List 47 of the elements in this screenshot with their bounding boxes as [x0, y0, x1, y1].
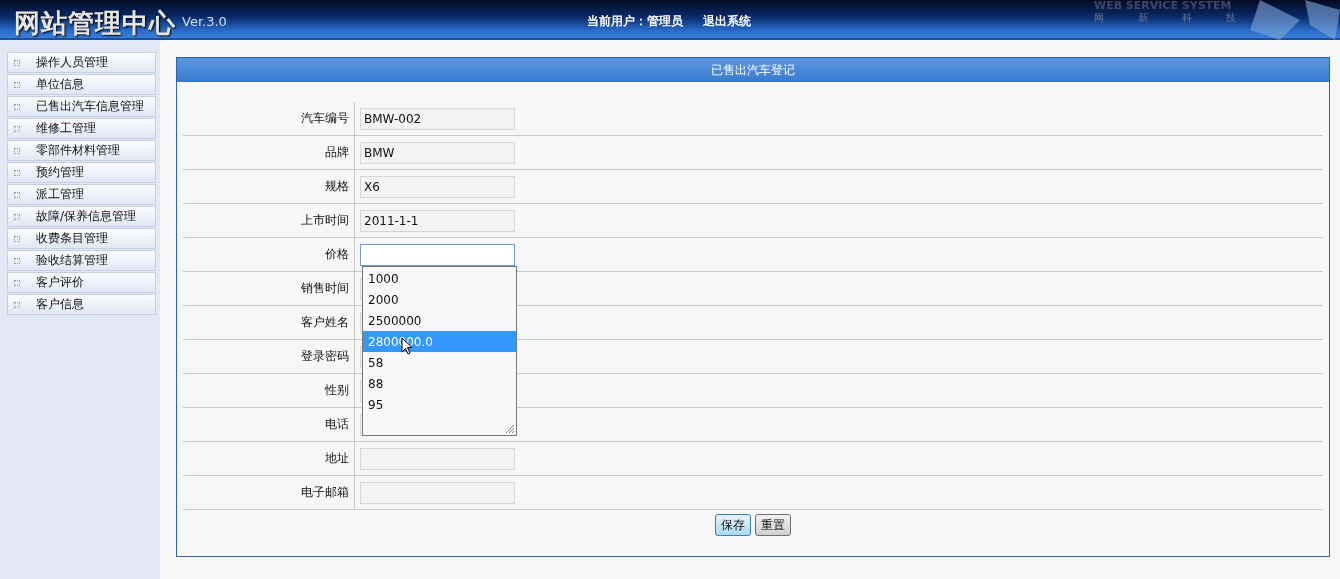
sidebar-item[interactable]: 客户评价: [7, 272, 156, 293]
field-label: 电话: [325, 416, 349, 433]
input-field[interactable]: 2011-1-1: [360, 209, 515, 232]
field-label: 规格: [325, 178, 349, 195]
sidebar-item[interactable]: 派工管理: [7, 184, 156, 205]
input-field[interactable]: [360, 243, 515, 266]
input-field[interactable]: X6: [360, 175, 515, 198]
logo-title: 网站管理中心: [14, 8, 176, 38]
input-field[interactable]: BMW: [360, 141, 515, 164]
save-button[interactable]: 保存: [715, 514, 751, 536]
field-label: 性别: [325, 382, 349, 399]
sidebar-item[interactable]: 验收结算管理: [7, 250, 156, 271]
field-label: 销售时间: [301, 280, 349, 297]
sidebar-item[interactable]: 预约管理: [7, 162, 156, 183]
input-field[interactable]: [360, 481, 515, 504]
resize-grip-icon: [503, 422, 515, 434]
sidebar-item[interactable]: 已售出汽车信息管理: [7, 96, 156, 117]
autocomplete-option[interactable]: 95: [363, 394, 516, 415]
sidebar-item[interactable]: 零部件材料管理: [7, 140, 156, 161]
panel-title: 已售出汽车登记: [177, 58, 1329, 82]
autocomplete-option[interactable]: 2000: [363, 289, 516, 310]
sidebar-item[interactable]: 维修工管理: [7, 118, 156, 139]
sidebar-item[interactable]: 单位信息: [7, 74, 156, 95]
input-field[interactable]: [360, 447, 515, 470]
field-label: 地址: [325, 450, 349, 467]
sidebar-item[interactable]: 故障/保养信息管理: [7, 206, 156, 227]
current-user-label: 当前用户：管理员: [586, 13, 683, 30]
sidebar-item[interactable]: 操作人员管理: [7, 52, 156, 73]
reset-button[interactable]: 重置: [755, 514, 791, 536]
field-label: 客户姓名: [301, 314, 349, 331]
field-label: 登录密码: [301, 348, 349, 365]
input-field[interactable]: BMW-002: [360, 107, 515, 130]
field-label: 品牌: [325, 144, 349, 161]
field-label: 价格: [325, 246, 349, 263]
field-label: 汽车编号: [301, 110, 349, 127]
autocomplete-option[interactable]: 58: [363, 352, 516, 373]
version-label: Ver.3.0: [182, 14, 227, 29]
sidebar-item[interactable]: 客户信息: [7, 294, 156, 315]
sidebar-item[interactable]: 收费条目管理: [7, 228, 156, 249]
autocomplete-option[interactable]: 88: [363, 373, 516, 394]
logout-link[interactable]: 退出系统: [702, 13, 751, 30]
autocomplete-option[interactable]: 2500000: [363, 310, 516, 331]
field-label: 上市时间: [301, 212, 349, 229]
banner-tagline: WEB SERVICE SYSTEM: [1094, 0, 1232, 12]
field-label: 电子邮箱: [301, 484, 349, 501]
autocomplete-option[interactable]: 1000: [363, 268, 516, 289]
banner-subtitle: 网新科技: [1094, 12, 1270, 24]
